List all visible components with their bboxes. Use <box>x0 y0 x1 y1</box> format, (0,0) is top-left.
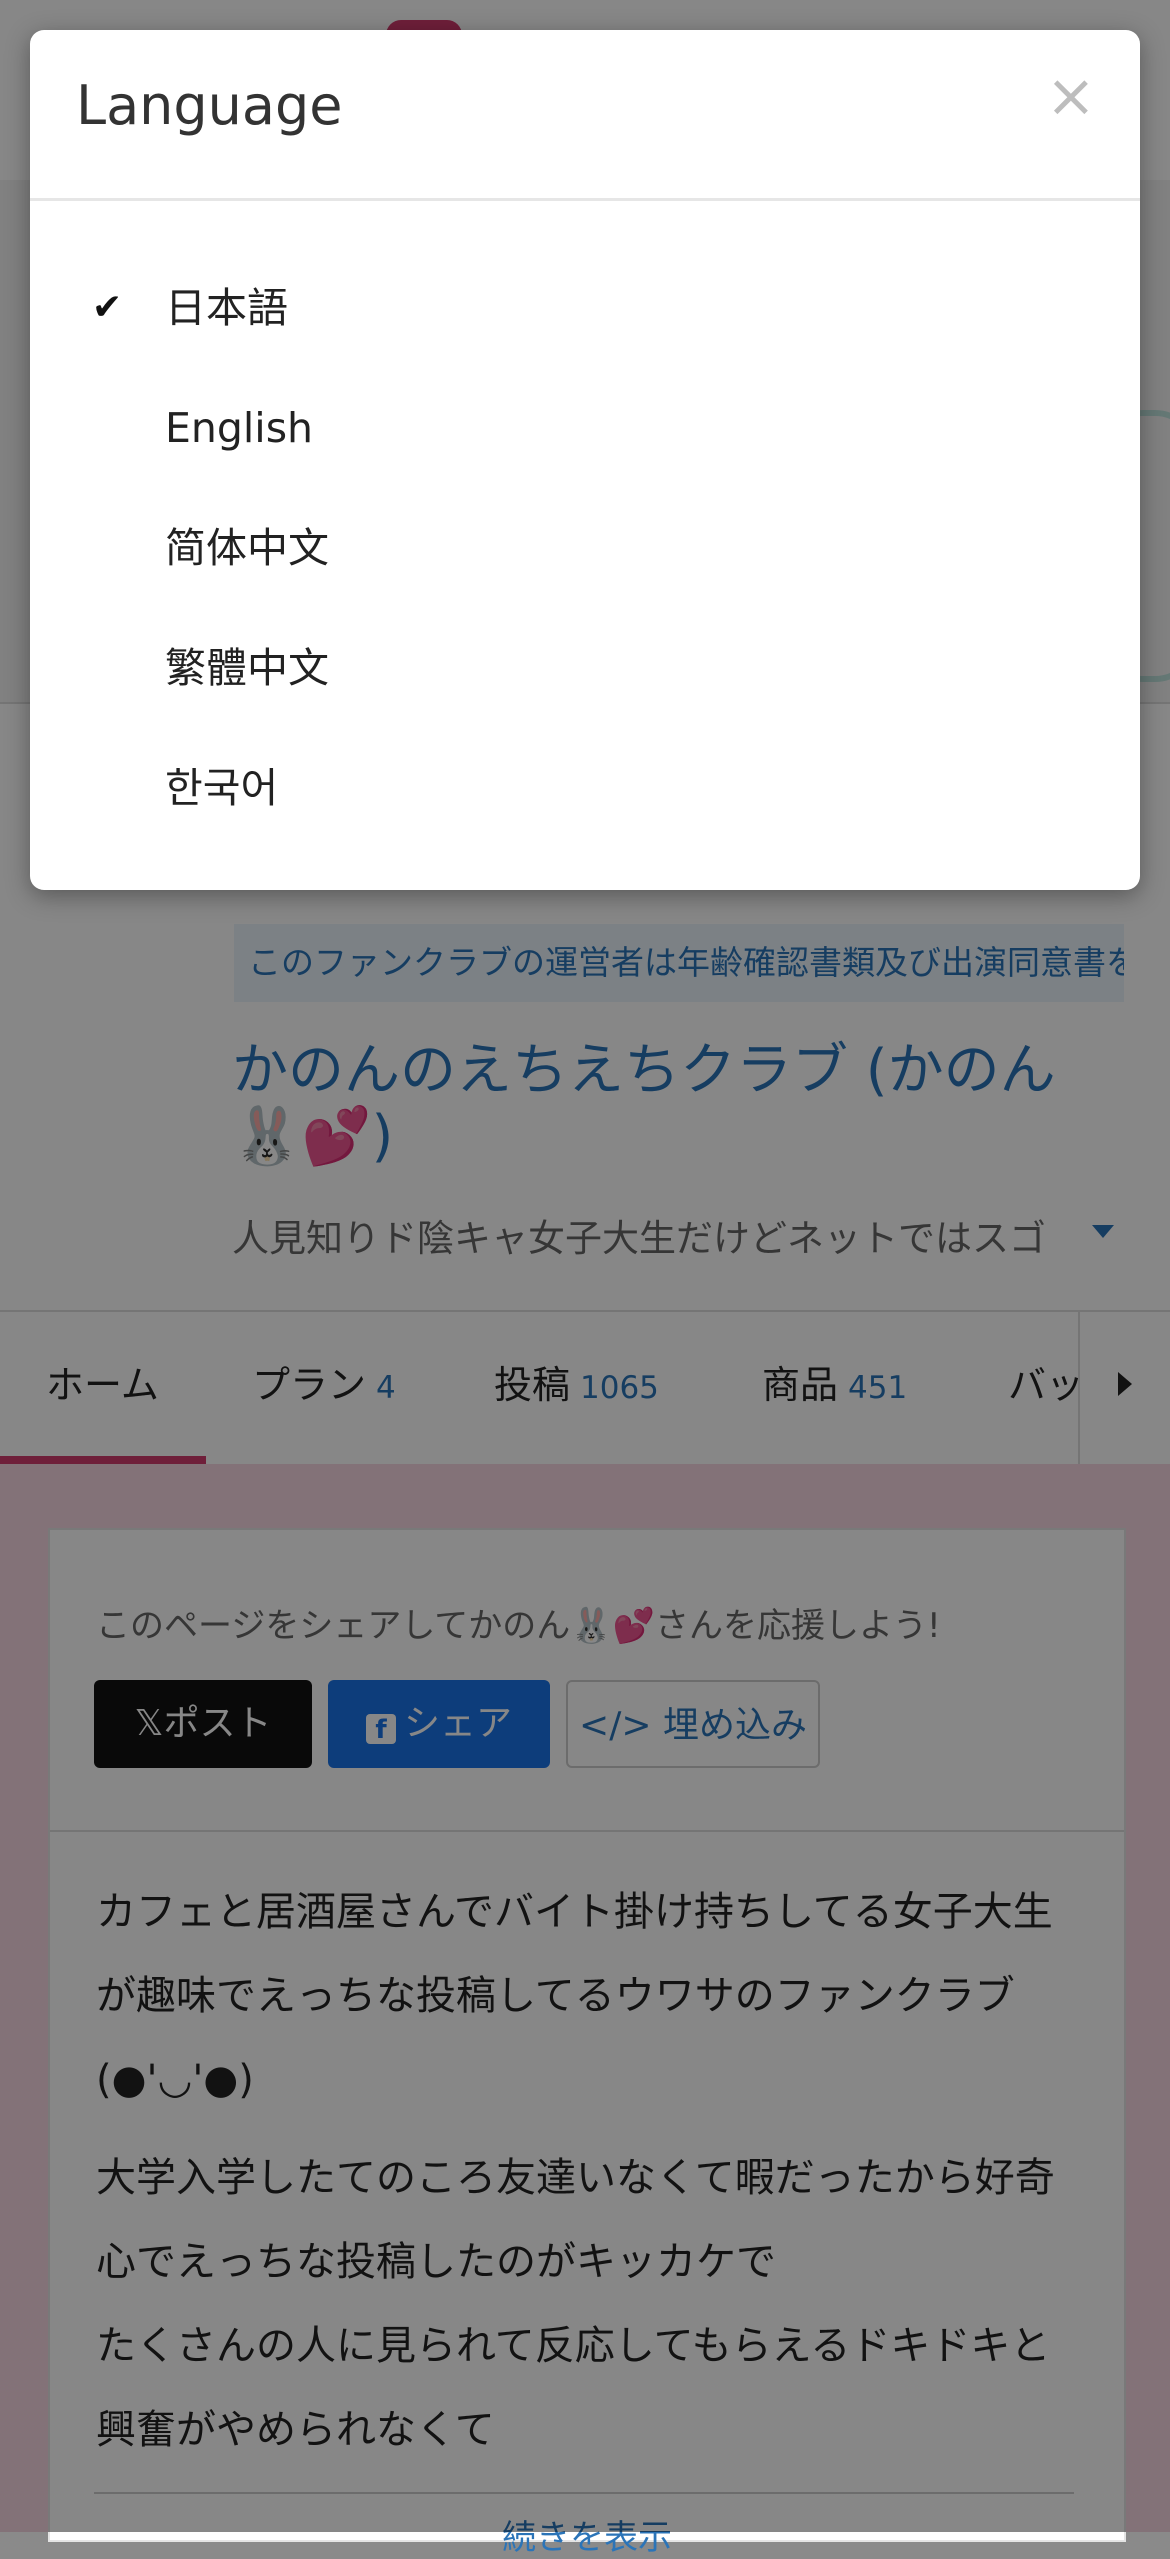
language-option-japanese[interactable]: ✔ 日本語 <box>30 248 1140 368</box>
language-option-simplified-chinese[interactable]: 简体中文 <box>30 488 1140 608</box>
language-option-korean[interactable]: 한국어 <box>30 728 1140 848</box>
language-modal: Language × ✔ 日本語 English 简体中文 繁體中文 한국어 <box>30 30 1140 890</box>
language-option-traditional-chinese[interactable]: 繁體中文 <box>30 608 1140 728</box>
language-list: ✔ 日本語 English 简体中文 繁體中文 한국어 <box>30 248 1140 848</box>
language-label: 繁體中文 <box>165 644 329 692</box>
language-label: 日本語 <box>165 284 288 332</box>
check-icon: ✔ <box>92 287 123 328</box>
modal-title: Language <box>76 74 343 137</box>
divider <box>30 198 1140 201</box>
language-option-english[interactable]: English <box>30 368 1140 488</box>
language-label: 한국어 <box>165 764 279 812</box>
language-label: 简体中文 <box>165 524 329 572</box>
close-icon[interactable]: × <box>1046 66 1096 126</box>
language-label: English <box>165 404 314 452</box>
